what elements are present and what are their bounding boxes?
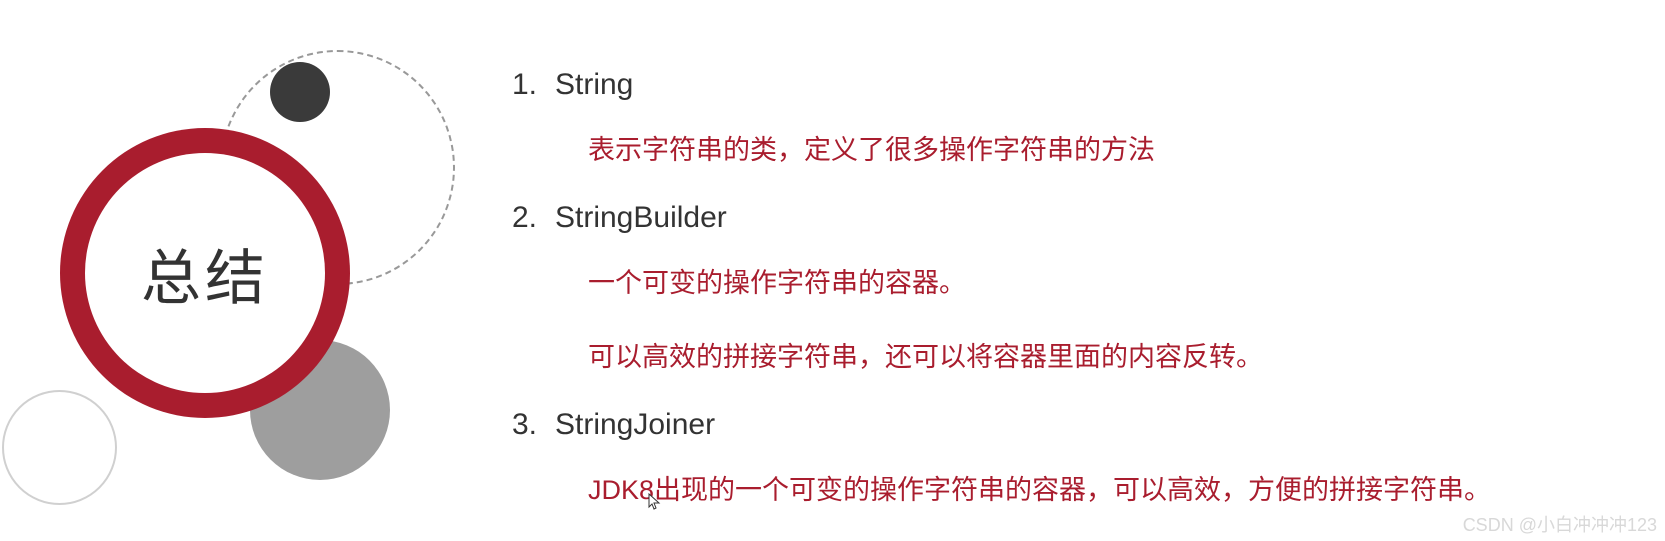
item-number: 2. [500,201,545,235]
summary-title: 总结 [141,230,269,317]
cursor-icon [648,493,662,516]
summary-ring-inner: 总结 [85,153,325,393]
item-desc: 可以高效的拼接字符串，还可以将容器里面的内容反转。 [588,333,1650,382]
item-heading-3: 3. StringJoiner [500,408,1650,442]
item-title: String [545,68,633,102]
item-title: StringBuilder [545,201,727,235]
decoration-area: 总结 [0,0,500,541]
watermark: CSDN @小白冲冲冲123 [1463,511,1657,537]
item-block-2: 2. StringBuilder 一个可变的操作字符串的容器。 可以高效的拼接字… [500,201,1650,382]
content-area: 1. String 表示字符串的类，定义了很多操作字符串的方法 2. Strin… [500,68,1650,540]
item-desc: JDK8出现的一个可变的操作字符串的容器，可以高效，方便的拼接字符串。 [588,466,1650,515]
item-title: StringJoiner [545,408,715,442]
dark-dot-decoration [270,62,330,122]
item-heading-1: 1. String [500,68,1650,102]
item-block-1: 1. String 表示字符串的类，定义了很多操作字符串的方法 [500,68,1650,175]
item-heading-2: 2. StringBuilder [500,201,1650,235]
item-number: 1. [500,68,545,102]
item-desc: 表示字符串的类，定义了很多操作字符串的方法 [588,126,1650,175]
item-desc: 一个可变的操作字符串的容器。 [588,259,1650,308]
outline-circle-decoration [2,390,117,505]
item-number: 3. [500,408,545,442]
item-block-3: 3. StringJoiner JDK8出现的一个可变的操作字符串的容器，可以高… [500,408,1650,515]
summary-ring: 总结 [60,128,350,418]
